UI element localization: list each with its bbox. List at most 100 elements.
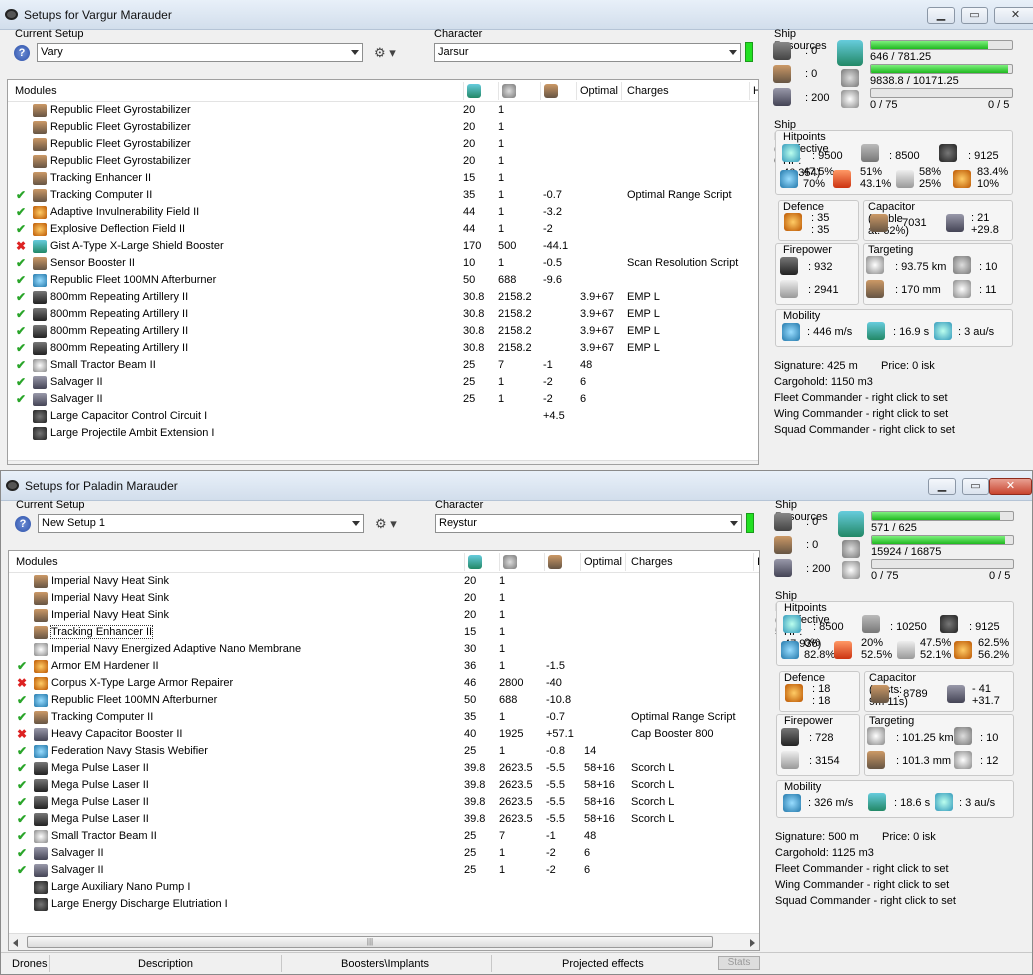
character-dropdown[interactable]: Reystur <box>435 514 742 533</box>
module-row[interactable]: ✖ Corpus X-Type Large Armor Repairer 46 280… <box>9 675 759 692</box>
module-row[interactable]: ✔ Salvager II 25 1 -2 6 <box>9 862 759 879</box>
active-check-icon[interactable]: ✔ <box>17 778 27 792</box>
module-row[interactable]: ✔ Mega Pulse Laser II 39.8 2623.5 -5.5 58+16 S… <box>9 794 759 811</box>
active-check-icon[interactable]: ✔ <box>17 829 27 843</box>
module-row[interactable]: Tracking Enhancer II 15 1 <box>8 170 758 187</box>
cpu-icon[interactable] <box>467 84 481 98</box>
module-row[interactable]: ✔ Mega Pulse Laser II 39.8 2623.5 -5.5 58+16 S… <box>9 811 759 828</box>
setup-tools-button[interactable]: ⚙ ▾ <box>374 43 408 63</box>
scroll-right-icon[interactable] <box>750 939 755 947</box>
modules-header[interactable]: Modules <box>16 556 58 568</box>
active-check-icon[interactable]: ✔ <box>16 256 26 270</box>
module-row[interactable]: ✔ Small Tractor Beam II 25 7 -1 48 <box>8 357 758 374</box>
modules-header[interactable]: Modules <box>15 85 57 97</box>
optimal-header[interactable]: Optimal <box>584 556 622 568</box>
active-check-icon[interactable]: ✔ <box>17 846 27 860</box>
fleet-commander[interactable]: Fleet Commander - right click to set <box>775 863 949 875</box>
character-dropdown[interactable]: Jarsur <box>434 43 741 62</box>
active-check-icon[interactable]: ✔ <box>17 812 27 826</box>
optimal-header[interactable]: Optimal <box>580 85 618 97</box>
module-row[interactable]: ✔ Sensor Booster II 10 1 -0.5 Scan Resolution… <box>8 255 758 272</box>
module-row[interactable]: ✔ Armor EM Hardener II 36 1 -1.5 <box>9 658 759 675</box>
modules-grid[interactable]: Modules Optimal Charges I Imperial Navy … <box>8 550 760 951</box>
active-check-icon[interactable]: ✔ <box>17 710 27 724</box>
active-check-icon[interactable]: ✔ <box>17 659 27 673</box>
active-check-icon[interactable]: ✔ <box>17 863 27 877</box>
capacitor-icon[interactable] <box>548 555 562 569</box>
module-row[interactable]: ✖ Gist A-Type X-Large Shield Booster 170 50… <box>8 238 758 255</box>
module-row[interactable]: ✔ 800mm Repeating Artillery II 30.8 2158.2 3… <box>8 306 758 323</box>
module-row[interactable]: ✔ Explosive Deflection Field II 44 1 -2 <box>8 221 758 238</box>
boosters-implants-tab[interactable]: Boosters\Implants <box>341 958 429 970</box>
module-row[interactable]: ✔ 800mm Repeating Artillery II 30.8 2158.2 3… <box>8 289 758 306</box>
active-check-icon[interactable]: ✔ <box>16 205 26 219</box>
module-row[interactable]: Large Capacitor Control Circuit I +4.5 <box>8 408 758 425</box>
module-row[interactable]: ✔ Salvager II 25 1 -2 6 <box>9 845 759 862</box>
cpu-icon[interactable] <box>468 555 482 569</box>
active-check-icon[interactable]: ✔ <box>16 188 26 202</box>
extra-header[interactable]: I <box>757 556 759 568</box>
drones-tab[interactable]: Drones <box>12 958 47 970</box>
active-check-icon[interactable]: ✔ <box>16 324 26 338</box>
module-row[interactable]: ✔ Mega Pulse Laser II 39.8 2623.5 -5.5 58+16 S… <box>9 760 759 777</box>
wing-commander[interactable]: Wing Commander - right click to set <box>775 879 949 891</box>
active-check-icon[interactable]: ✔ <box>16 392 26 406</box>
module-row[interactable]: Imperial Navy Heat Sink 20 1 <box>9 607 759 624</box>
powergrid-icon[interactable] <box>503 555 517 569</box>
active-check-icon[interactable]: ✔ <box>16 290 26 304</box>
module-row[interactable]: Imperial Navy Heat Sink 20 1 <box>9 573 759 590</box>
active-check-icon[interactable]: ✔ <box>16 222 26 236</box>
minimize-button[interactable]: ▁ <box>928 478 956 495</box>
module-row[interactable]: Republic Fleet Gyrostabilizer 20 1 <box>8 102 758 119</box>
stats-button[interactable]: Stats <box>718 956 760 970</box>
active-check-icon[interactable]: ✔ <box>16 307 26 321</box>
module-row[interactable]: ✔ Salvager II 25 1 -2 6 <box>8 374 758 391</box>
extra-header[interactable]: H <box>753 85 758 97</box>
fleet-commander[interactable]: Fleet Commander - right click to set <box>774 392 948 404</box>
module-row[interactable]: ✔ 800mm Repeating Artillery II 30.8 2158.2 3… <box>8 340 758 357</box>
active-check-icon[interactable]: ✔ <box>16 358 26 372</box>
help-icon[interactable]: ? <box>15 516 31 532</box>
horizontal-scrollbar[interactable] <box>8 460 758 464</box>
module-row[interactable]: ✔ Tracking Computer II 35 1 -0.7 Optimal Rang… <box>9 709 759 726</box>
active-check-icon[interactable]: ✔ <box>16 273 26 287</box>
active-check-icon[interactable]: ✔ <box>17 693 27 707</box>
offline-cross-icon[interactable]: ✖ <box>17 727 27 741</box>
maximize-button[interactable]: ▭ <box>962 478 989 495</box>
setup-tools-button[interactable]: ⚙ ▾ <box>375 514 409 534</box>
active-check-icon[interactable]: ✔ <box>17 795 27 809</box>
module-row[interactable]: ✔ Republic Fleet 100MN Afterburner 50 688 -9… <box>8 272 758 289</box>
charges-header[interactable]: Charges <box>631 556 673 568</box>
module-row[interactable]: Republic Fleet Gyrostabilizer 20 1 <box>8 119 758 136</box>
module-row[interactable]: ✔ 800mm Repeating Artillery II 30.8 2158.2 3… <box>8 323 758 340</box>
modules-grid[interactable]: Modules Optimal Charges H Republic Fleet… <box>7 79 759 465</box>
squad-commander[interactable]: Squad Commander - right click to set <box>775 895 956 907</box>
module-row[interactable]: ✔ Adaptive Invulnerability Field II 44 1 -3.… <box>8 204 758 221</box>
module-row[interactable]: Tracking Enhancer II 15 1 <box>9 624 759 641</box>
offline-cross-icon[interactable]: ✖ <box>16 239 26 253</box>
module-row[interactable]: Republic Fleet Gyrostabilizer 20 1 <box>8 136 758 153</box>
active-check-icon[interactable]: ✔ <box>17 761 27 775</box>
close-button[interactable]: ✕ <box>994 7 1033 24</box>
scroll-left-icon[interactable] <box>13 939 18 947</box>
module-row[interactable]: ✔ Salvager II 25 1 -2 6 <box>8 391 758 408</box>
module-row[interactable]: ✔ Small Tractor Beam II 25 7 -1 48 <box>9 828 759 845</box>
offline-cross-icon[interactable]: ✖ <box>17 676 27 690</box>
active-check-icon[interactable]: ✔ <box>17 744 27 758</box>
powergrid-icon[interactable] <box>502 84 516 98</box>
scrollbar-thumb[interactable]: ||| <box>27 936 713 948</box>
title-bar[interactable]: Setups for Paladin Marauder ▁ ▭ ✕ <box>1 471 1032 501</box>
wing-commander[interactable]: Wing Commander - right click to set <box>774 408 948 420</box>
setup-dropdown[interactable]: New Setup 1 <box>38 514 364 533</box>
squad-commander[interactable]: Squad Commander - right click to set <box>774 424 955 436</box>
module-row[interactable]: ✔ Federation Navy Stasis Webifier 25 1 -0.8 1… <box>9 743 759 760</box>
description-tab[interactable]: Description <box>138 958 193 970</box>
projected-effects-tab[interactable]: Projected effects <box>562 958 644 970</box>
module-row[interactable]: ✔ Republic Fleet 100MN Afterburner 50 688 -1… <box>9 692 759 709</box>
module-row[interactable]: Imperial Navy Heat Sink 20 1 <box>9 590 759 607</box>
charges-header[interactable]: Charges <box>627 85 669 97</box>
module-row[interactable]: Large Auxiliary Nano Pump I <box>9 879 759 896</box>
setup-dropdown[interactable]: Vary <box>37 43 363 62</box>
horizontal-scrollbar[interactable]: ||| <box>9 933 759 950</box>
capacitor-icon[interactable] <box>544 84 558 98</box>
